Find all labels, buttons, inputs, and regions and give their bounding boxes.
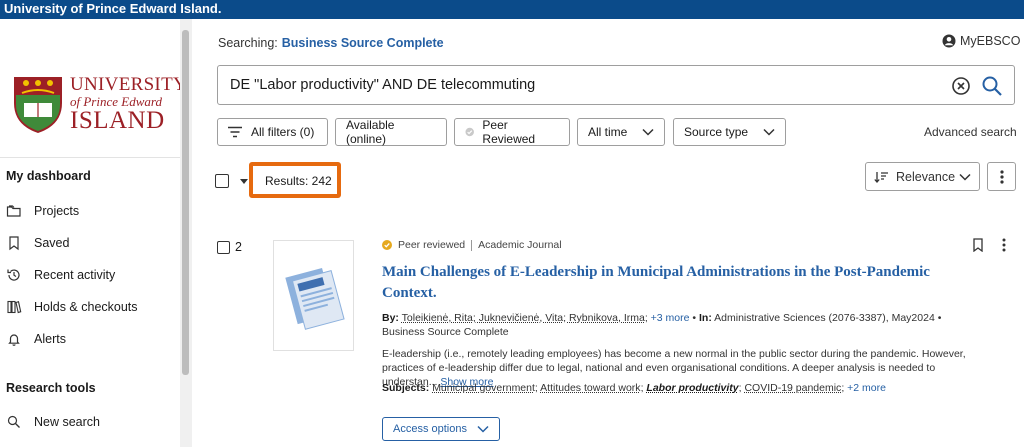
- in-label: In:: [699, 312, 712, 324]
- subjects-label: Subjects:: [382, 382, 430, 394]
- result-kebab-icon[interactable]: [1002, 238, 1006, 252]
- myebsco-account-button[interactable]: MyEBSCO: [942, 34, 1020, 48]
- search-box: [217, 65, 1015, 105]
- bookmark-icon: [9, 236, 19, 251]
- sidebar-item-label: Saved: [34, 236, 70, 250]
- sidebar-item-new-search[interactable]: New search: [6, 412, 100, 432]
- banner-title: University of Prince Edward Island.: [4, 1, 222, 16]
- select-all-checkbox[interactable]: [215, 174, 229, 188]
- top-banner: University of Prince Edward Island.: [0, 0, 1024, 19]
- more-authors-link[interactable]: +3 more: [651, 312, 690, 324]
- more-options-button[interactable]: [987, 162, 1016, 191]
- select-options-caret-icon[interactable]: [240, 179, 248, 184]
- sidebar-item-holds-checkouts[interactable]: Holds & checkouts: [6, 297, 138, 317]
- peer-reviewed-badge-icon: [382, 240, 392, 250]
- date-range-dropdown[interactable]: All time: [577, 118, 665, 146]
- results-count: Results: 242: [265, 174, 332, 188]
- sidebar-item-label: New search: [34, 415, 100, 429]
- sort-label: Relevance: [896, 169, 956, 184]
- date-range-label: All time: [588, 125, 628, 139]
- result-title[interactable]: Main Challenges of E-Leadership in Munic…: [382, 262, 982, 304]
- sidebar-item-recent-activity[interactable]: Recent activity: [6, 265, 115, 285]
- peer-reviewed-text: Peer reviewed: [398, 239, 466, 251]
- peer-reviewed-filter[interactable]: Peer Reviewed: [454, 118, 570, 146]
- available-online-filter[interactable]: Available (online): [335, 118, 447, 146]
- books-icon: [7, 300, 22, 314]
- sidebar-item-label: Recent activity: [34, 268, 116, 282]
- all-filters-label: All filters (0): [251, 125, 315, 139]
- result-thumbnail[interactable]: [273, 240, 354, 351]
- subject-link[interactable]: Labor productivity: [646, 382, 738, 394]
- sidebar-item-label: Projects: [34, 204, 80, 218]
- all-filters-button[interactable]: All filters (0): [217, 118, 328, 146]
- sort-dropdown[interactable]: Relevance: [865, 162, 980, 191]
- search-icon: [7, 415, 20, 428]
- search-submit-icon[interactable]: [981, 75, 1003, 97]
- result-byline: By: Toleikienė, Rita; Juknevičienė, Vita…: [382, 312, 942, 338]
- logo-line-1: UNIVERSITY: [70, 74, 187, 95]
- result-checkbox[interactable]: [217, 241, 230, 254]
- source-type-label: Source type: [684, 125, 749, 139]
- account-label: MyEBSCO: [960, 34, 1021, 48]
- check-icon: [465, 127, 474, 137]
- sidebar-item-alerts[interactable]: Alerts: [6, 329, 66, 349]
- sidebar-scrollbar-thumb[interactable]: [182, 30, 189, 375]
- bookmark-icon[interactable]: [972, 238, 984, 252]
- history-icon: [7, 269, 20, 281]
- sidebar-item-projects[interactable]: Projects: [6, 201, 79, 221]
- clear-search-icon[interactable]: [951, 76, 971, 96]
- document-icon: [285, 267, 345, 330]
- by-label: By:: [382, 312, 399, 324]
- sidebar-item-saved[interactable]: Saved: [6, 233, 69, 253]
- sidebar-heading-research-tools: Research tools: [6, 381, 96, 395]
- sidebar-item-label: Alerts: [34, 332, 66, 346]
- filter-icon: [228, 126, 242, 138]
- sidebar-item-label: Holds & checkouts: [34, 300, 138, 314]
- sidebar-divider: [0, 157, 180, 158]
- chevron-down-icon: [642, 128, 654, 136]
- result-subjects: Subjects: Municipal government; Attitude…: [382, 382, 886, 394]
- subject-link[interactable]: Municipal government: [432, 382, 535, 394]
- access-options-label: Access options: [393, 423, 467, 435]
- subject-link[interactable]: COVID-19 pandemic: [744, 382, 841, 394]
- access-options-button[interactable]: Access options: [382, 417, 500, 441]
- university-logo-text[interactable]: UNIVERSITY of Prince Edward ISLAND: [70, 75, 187, 133]
- chevron-down-icon: [477, 425, 489, 433]
- logo-line-3: ISLAND: [70, 107, 165, 134]
- bell-icon: [8, 334, 20, 346]
- kebab-icon: [999, 169, 1004, 184]
- advanced-search-link[interactable]: Advanced search: [924, 125, 1017, 139]
- result-number: 2: [235, 240, 242, 254]
- authors[interactable]: Toleikienė, Rita; Juknevičienė, Vita; Ry…: [402, 312, 648, 324]
- publication-type: Academic Journal: [478, 239, 562, 251]
- folder-icon: [6, 205, 21, 217]
- search-input[interactable]: [230, 74, 930, 96]
- source-type-dropdown[interactable]: Source type: [673, 118, 786, 146]
- database-link[interactable]: Business Source Complete: [282, 36, 444, 50]
- subject-link[interactable]: Attitudes toward work: [540, 382, 640, 394]
- result-meta: Peer reviewed Academic Journal: [382, 239, 562, 251]
- sort-icon: [874, 171, 888, 183]
- sidebar-heading-dashboard: My dashboard: [6, 169, 91, 183]
- account-icon: [942, 34, 956, 48]
- chevron-down-icon: [959, 173, 971, 181]
- searching-label: Searching:: [218, 36, 278, 50]
- searching-database: Searching: Business Source Complete: [218, 36, 444, 50]
- available-online-label: Available (online): [346, 118, 395, 146]
- chevron-down-icon: [763, 128, 775, 136]
- peer-reviewed-label: Peer Reviewed: [482, 118, 536, 146]
- more-subjects-link[interactable]: +2 more: [847, 382, 886, 394]
